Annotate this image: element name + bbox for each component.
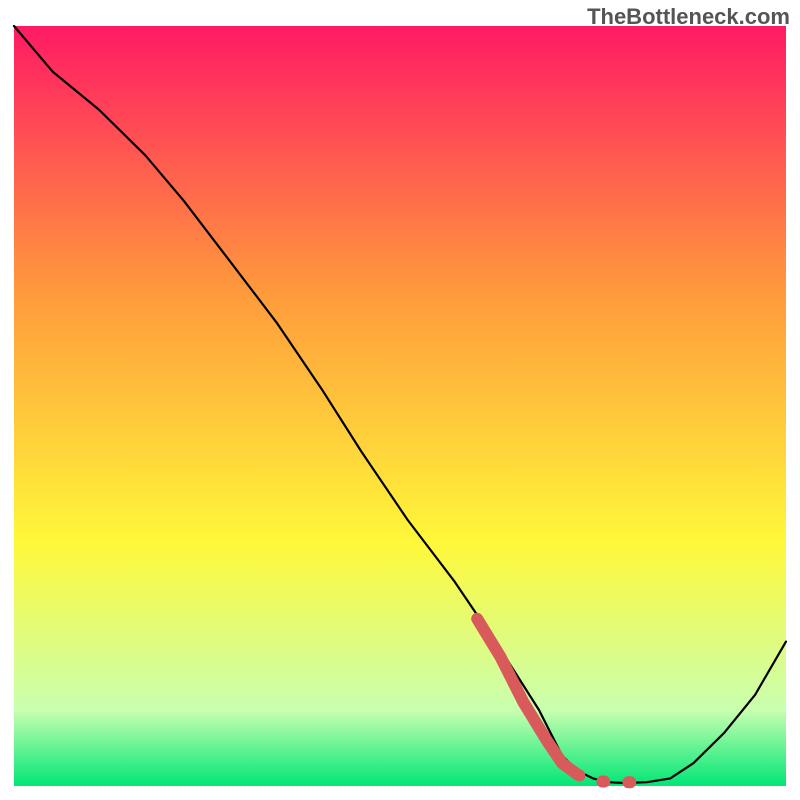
watermark-text: TheBottleneck.com [587, 4, 790, 30]
bottleneck-chart [0, 0, 800, 800]
chart-container: { "watermark": "TheBottleneck.com", "col… [0, 0, 800, 800]
